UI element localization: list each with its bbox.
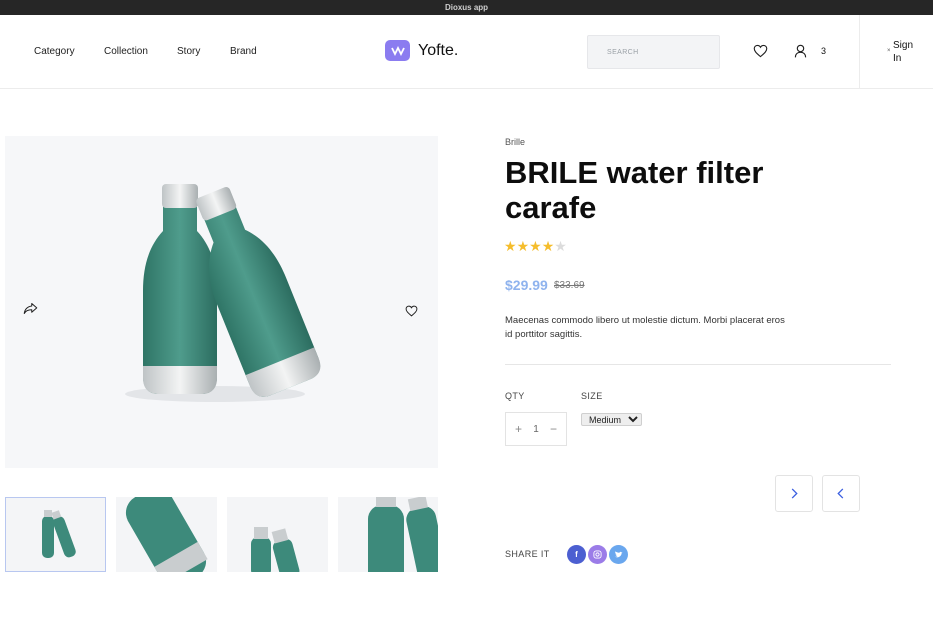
size-select[interactable]: Medium	[581, 413, 642, 426]
qty-value[interactable]: 1	[533, 424, 539, 435]
star-icon: ★	[516, 238, 530, 254]
quantity-stepper: + 1 −	[505, 412, 567, 446]
qty-label: QTY	[505, 391, 525, 401]
product-old-price: $33.69	[554, 280, 585, 291]
share-label: SHARE IT	[505, 549, 550, 559]
logo[interactable]: Yofte.	[385, 40, 458, 61]
thumbnail-image	[42, 510, 76, 558]
product-description: Maecenas commodo libero ut molestie dict…	[505, 315, 785, 340]
next-button[interactable]	[775, 475, 813, 512]
nav-item-category[interactable]: Category	[34, 46, 75, 57]
bottles-image	[125, 184, 321, 402]
star-empty-icon: ★	[554, 238, 567, 254]
nav-item-brand[interactable]: Brand	[230, 46, 257, 57]
nav-item-story[interactable]: Story	[177, 46, 200, 57]
share-icon[interactable]	[23, 302, 38, 320]
user-icon[interactable]	[794, 44, 807, 63]
product-price: $29.99	[505, 277, 548, 293]
thumbnail-image	[251, 527, 300, 572]
divider	[505, 364, 891, 365]
wishlist-heart-icon[interactable]	[405, 304, 418, 322]
thumbnail-image	[125, 497, 208, 572]
site-header: Category Collection Story Brand Yofte. 3…	[0, 15, 933, 89]
signin-link[interactable]: Sign In	[893, 39, 923, 65]
logo-text: Yofte.	[418, 41, 459, 59]
thumbnail-1[interactable]	[5, 497, 106, 572]
heart-icon[interactable]	[753, 44, 768, 63]
prev-button[interactable]	[822, 475, 860, 512]
logo-icon	[385, 40, 410, 61]
close-icon[interactable]: ×	[887, 48, 891, 54]
header-divider	[859, 15, 860, 88]
facebook-icon[interactable]: f	[567, 545, 586, 564]
instagram-icon[interactable]	[588, 545, 607, 564]
thumbnail-4[interactable]	[338, 497, 438, 572]
product-brand: Brille	[505, 137, 526, 147]
nav-item-collection[interactable]: Collection	[104, 46, 148, 57]
star-icon: ★	[541, 238, 555, 254]
thumbnail-image	[368, 497, 438, 572]
star-icon: ★	[529, 238, 542, 254]
minus-icon[interactable]: −	[550, 422, 557, 436]
window-titlebar: Dioxus app	[0, 0, 933, 15]
thumbnail-2[interactable]	[116, 497, 217, 572]
product-image	[5, 136, 438, 468]
search-input[interactable]	[587, 35, 720, 69]
rating-stars: ★★★★★	[504, 238, 567, 255]
twitter-icon[interactable]	[609, 545, 628, 564]
size-label: SIZE	[581, 391, 603, 401]
chevron-left-icon	[837, 486, 845, 502]
plus-icon[interactable]: +	[515, 422, 522, 436]
chevron-right-icon	[790, 486, 798, 502]
product-title: BRILE water filter carafe	[505, 155, 764, 225]
window-title: Dioxus app	[444, 3, 489, 12]
thumbnail-3[interactable]	[227, 497, 328, 572]
cart-count[interactable]: 3	[821, 46, 826, 56]
star-icon: ★	[504, 238, 517, 254]
